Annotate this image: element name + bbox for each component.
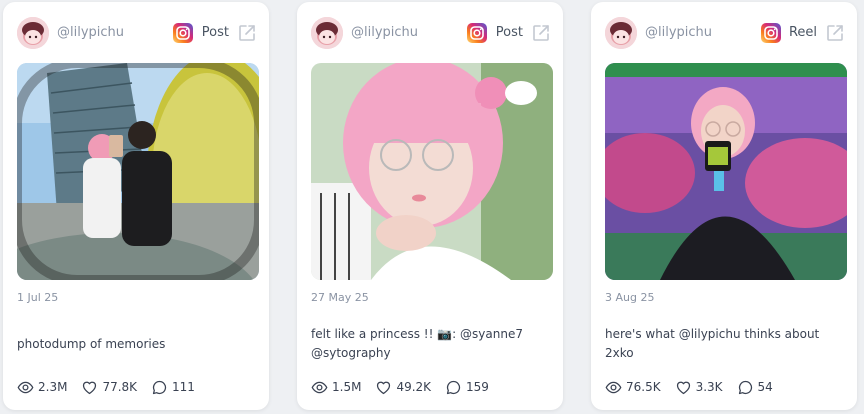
instagram-icon <box>467 23 487 43</box>
comments-stat: 111 <box>151 379 195 396</box>
external-link-icon[interactable] <box>825 23 845 43</box>
post-card[interactable]: @lilypichu Post 1 Jul 25 photodump of me… <box>3 2 269 410</box>
likes-count: 49.2K <box>396 380 432 394</box>
comments-stat: 159 <box>445 379 489 396</box>
eye-icon <box>605 379 622 396</box>
external-link-icon[interactable] <box>237 23 257 43</box>
views-count: 2.3M <box>38 380 68 394</box>
views-stat: 1.5M <box>311 379 361 396</box>
avatar[interactable] <box>311 17 343 49</box>
instagram-icon <box>173 23 193 43</box>
card-header: @lilypichu Post <box>311 17 551 49</box>
post-type-label: Post <box>201 25 229 40</box>
card-header: @lilypichu Post <box>17 17 257 49</box>
instagram-icon <box>761 23 781 43</box>
caption-text: photodump of memories <box>17 336 166 351</box>
post-stats: 1.5M 49.2K 159 <box>311 378 489 396</box>
username[interactable]: @lilypichu <box>645 25 712 40</box>
views-count: 1.5M <box>332 380 362 394</box>
comments-count: 111 <box>172 380 195 394</box>
likes-stat: 3.3K <box>675 379 723 396</box>
comments-count: 159 <box>466 380 489 394</box>
post-image[interactable] <box>311 63 553 280</box>
post-image[interactable] <box>17 63 259 280</box>
caption-text: here's what @lilypichu thinks about 2xko <box>605 327 820 360</box>
heart-icon <box>675 379 692 396</box>
username[interactable]: @lilypichu <box>351 25 418 40</box>
likes-count: 77.8K <box>102 380 138 394</box>
views-count: 76.5K <box>626 380 661 394</box>
post-card[interactable]: @lilypichu Reel 3 Aug 25 here's what @li… <box>591 2 857 410</box>
post-stats: 76.5K 3.3K 54 <box>605 378 773 396</box>
post-caption: felt like a princess !! 📷: @syanne7 @syt… <box>311 322 549 366</box>
caption-text: felt like a princess !! 📷: @syanne7 @syt… <box>311 327 523 360</box>
post-type-label: Reel <box>788 25 817 40</box>
post-date: 3 Aug 25 <box>605 291 655 304</box>
comments-stat: 54 <box>737 379 773 396</box>
post-caption: photodump of memories <box>17 322 255 366</box>
username[interactable]: @lilypichu <box>57 25 124 40</box>
post-image[interactable] <box>605 63 847 280</box>
eye-icon <box>17 379 34 396</box>
heart-icon <box>81 379 98 396</box>
eye-icon <box>311 379 328 396</box>
post-caption: here's what @lilypichu thinks about 2xko <box>605 322 843 366</box>
comment-icon <box>445 379 462 396</box>
card-header: @lilypichu Reel <box>605 17 845 49</box>
external-link-icon[interactable] <box>531 23 551 43</box>
post-stats: 2.3M 77.8K 111 <box>17 378 195 396</box>
avatar[interactable] <box>605 17 637 49</box>
comment-icon <box>151 379 168 396</box>
heart-icon <box>375 379 392 396</box>
comments-count: 54 <box>757 380 773 394</box>
likes-count: 3.3K <box>695 380 723 394</box>
likes-stat: 77.8K <box>81 379 137 396</box>
likes-stat: 49.2K <box>375 379 431 396</box>
post-type-label: Post <box>495 25 523 40</box>
post-date: 1 Jul 25 <box>17 291 59 304</box>
comment-icon <box>737 379 754 396</box>
avatar[interactable] <box>17 17 49 49</box>
views-stat: 2.3M <box>17 379 67 396</box>
post-card[interactable]: @lilypichu Post 27 May 25 felt like a pr… <box>297 2 563 410</box>
post-date: 27 May 25 <box>311 291 369 304</box>
views-stat: 76.5K <box>605 379 661 396</box>
